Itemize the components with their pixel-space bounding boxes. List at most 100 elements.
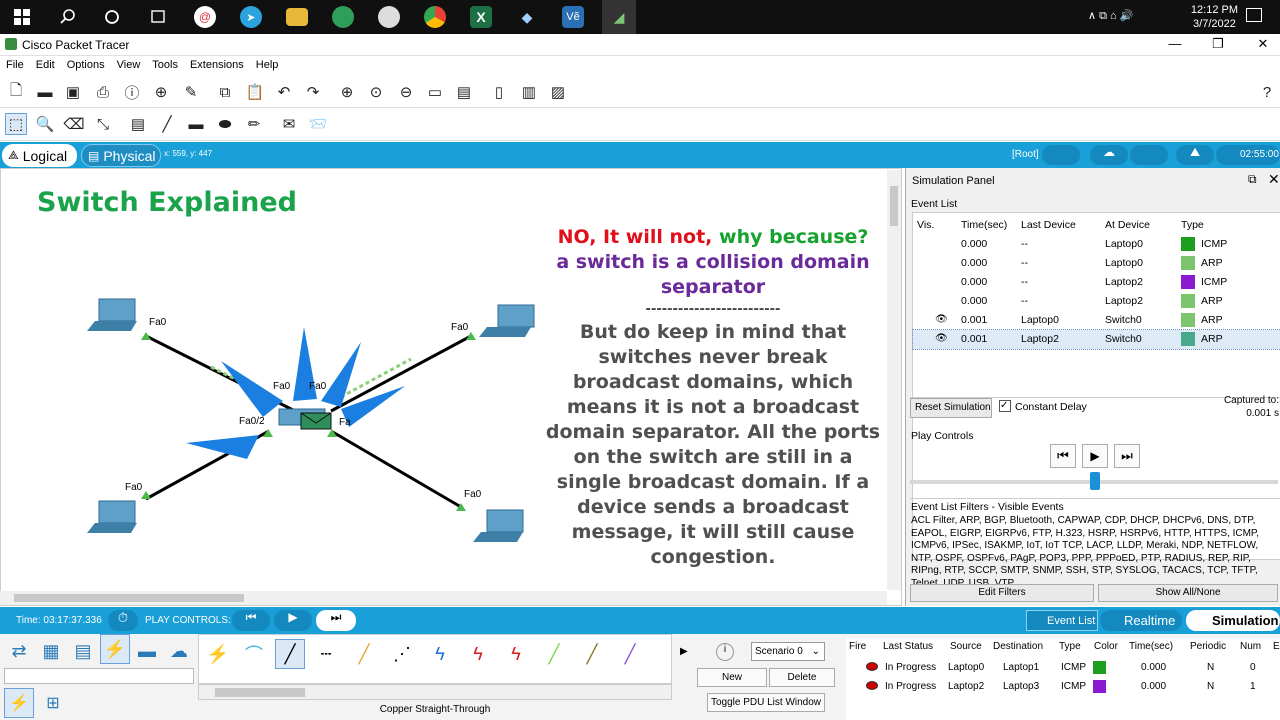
- close-panel-icon[interactable]: ✕: [1268, 171, 1280, 188]
- connections-icon[interactable]: ⚡: [100, 634, 130, 664]
- bottom-step-back-button[interactable]: ⏮: [232, 610, 270, 631]
- close-button[interactable]: ✕: [1248, 36, 1278, 52]
- zoom-in-icon[interactable]: ⊕: [336, 81, 358, 103]
- task-view-icon[interactable]: [146, 5, 170, 29]
- inspect-icon[interactable]: 🔍: [34, 113, 56, 135]
- undo-icon[interactable]: ↶: [273, 81, 295, 103]
- zoom-reset-icon[interactable]: ⊙: [365, 81, 387, 103]
- app-icon-green[interactable]: [332, 6, 354, 28]
- reset-simulation-button[interactable]: Reset Simulation: [910, 398, 992, 418]
- root-label[interactable]: [Root]: [1012, 149, 1039, 160]
- event-row[interactable]: 👁 0.001 Laptop0 Switch0 ARP: [913, 311, 1280, 330]
- connections-subtype-icon[interactable]: ⚡: [4, 688, 34, 718]
- windows-start-icon[interactable]: [10, 5, 34, 29]
- scenario-info-icon[interactable]: i: [716, 643, 734, 661]
- horizontal-scrollbar[interactable]: [0, 591, 887, 605]
- copper-straight-cable-icon[interactable]: ╱: [275, 639, 305, 669]
- phone-cable-icon[interactable]: ⋰: [387, 639, 417, 669]
- redo-icon[interactable]: ↷: [302, 81, 324, 103]
- device-search-field[interactable]: [4, 668, 194, 684]
- eye-icon[interactable]: 👁: [935, 314, 948, 325]
- step-back-button[interactable]: ⏮: [1050, 444, 1076, 468]
- viewport-icon[interactable]: [1130, 145, 1168, 165]
- info-icon[interactable]: ⓘ: [121, 81, 143, 103]
- notification-icon[interactable]: [1246, 8, 1262, 22]
- pdu-row[interactable]: In Progress Laptop0 Laptop1 ICMP 0.000 N 0: [846, 660, 1280, 678]
- eye-icon[interactable]: 👁: [935, 333, 948, 344]
- serial-dce-cable-icon[interactable]: ϟ: [463, 639, 493, 669]
- realtime-mode-tab[interactable]: Realtime: [1100, 610, 1182, 631]
- app-icon-a[interactable]: @: [194, 6, 216, 28]
- add-simple-pdu-icon[interactable]: ✉: [278, 113, 300, 135]
- app-icon-white[interactable]: [378, 6, 400, 28]
- activity-wizard-icon[interactable]: ✎: [180, 81, 202, 103]
- drawing-palette-icon[interactable]: ▭: [424, 81, 446, 103]
- logical-workspace[interactable]: Switch Explained Fa0 Fa0 Fa0 Fa0 Fa0/2 F…: [0, 168, 902, 606]
- undock-icon[interactable]: ⧉: [1248, 172, 1257, 187]
- app-icon-ve[interactable]: Vẽ: [562, 6, 584, 28]
- timer-icon[interactable]: ⏱: [108, 610, 138, 631]
- fire-icon[interactable]: [866, 662, 878, 671]
- pdu-row[interactable]: In Progress Laptop2 Laptop3 ICMP 0.000 N 1: [846, 679, 1280, 697]
- delete-tool-icon[interactable]: ⌫: [63, 113, 85, 135]
- draw-line-icon[interactable]: ╱: [156, 113, 178, 135]
- usb-cable-icon[interactable]: ╱: [615, 639, 645, 669]
- event-row[interactable]: 👁 0.001 Laptop2 Switch0 ARP: [912, 329, 1280, 350]
- new-scenario-button[interactable]: New: [697, 668, 767, 687]
- draw-rectangle-icon[interactable]: ▬: [185, 113, 207, 135]
- file-explorer-icon[interactable]: [286, 8, 308, 26]
- console-cable-icon[interactable]: ⌒: [239, 639, 269, 669]
- open-folder-icon[interactable]: ▬: [34, 81, 56, 103]
- scenario-select[interactable]: Scenario 0 ⌄: [751, 642, 825, 661]
- edit-filters-button[interactable]: Edit Filters: [910, 584, 1094, 602]
- add-complex-pdu-icon[interactable]: 📨: [307, 113, 329, 135]
- resize-shape-icon[interactable]: ⤡: [92, 113, 114, 135]
- iot-cable-icon[interactable]: ╱: [577, 639, 607, 669]
- cortana-icon[interactable]: [100, 5, 124, 29]
- vertical-scrollbar[interactable]: [887, 170, 901, 590]
- select-tool-icon[interactable]: ⬚: [5, 113, 27, 135]
- draw-ellipse-icon[interactable]: ⬬: [214, 113, 236, 135]
- excel-icon[interactable]: X: [470, 6, 492, 28]
- event-row[interactable]: 0.000 -- Laptop2 ARP: [913, 292, 1280, 311]
- system-tray-icons[interactable]: ∧ ⧉ ⌂ 🔊: [1088, 9, 1133, 23]
- auto-cable-icon[interactable]: ⚡: [203, 639, 233, 669]
- maximize-button[interactable]: ❐: [1203, 36, 1233, 52]
- menu-extensions[interactable]: Extensions: [184, 57, 250, 73]
- place-note-icon[interactable]: ▤: [127, 113, 149, 135]
- fiber-cable-icon[interactable]: ╱: [349, 639, 379, 669]
- speed-slider-handle[interactable]: [1090, 472, 1100, 490]
- misc-icon[interactable]: ▬: [132, 636, 162, 666]
- network-devices-icon[interactable]: ⇄: [4, 636, 34, 666]
- cloud-icon[interactable]: ☁: [1090, 145, 1128, 165]
- fire-icon[interactable]: [866, 681, 878, 690]
- delete-scenario-button[interactable]: Delete: [769, 668, 835, 687]
- toggle-pdu-list-button[interactable]: Toggle PDU List Window: [707, 693, 825, 712]
- cable-scrollbar[interactable]: [198, 684, 672, 700]
- menu-file[interactable]: File: [0, 57, 30, 73]
- minimize-button[interactable]: —: [1160, 36, 1190, 51]
- copper-cross-cable-icon[interactable]: ┄: [311, 639, 341, 669]
- image-icon[interactable]: ▨: [547, 81, 569, 103]
- print-icon[interactable]: ⎙: [92, 81, 114, 103]
- collapse-arrow-icon[interactable]: ▶: [680, 646, 688, 657]
- ipc-icon[interactable]: ▥: [518, 81, 540, 103]
- custom-devices-icon[interactable]: ▤: [453, 81, 475, 103]
- chrome-icon[interactable]: [424, 6, 446, 28]
- menu-view[interactable]: View: [111, 57, 147, 73]
- search-icon[interactable]: [56, 5, 80, 29]
- paste-icon[interactable]: 📋: [244, 81, 266, 103]
- menu-help[interactable]: Help: [250, 57, 285, 73]
- new-file-icon[interactable]: 🗋: [5, 81, 27, 103]
- octal-cable-icon[interactable]: ╱: [539, 639, 569, 669]
- event-row[interactable]: 0.000 -- Laptop0 ICMP: [913, 235, 1280, 254]
- copy-icon[interactable]: ⧉: [214, 81, 236, 103]
- event-list-toggle[interactable]: Event List: [1026, 610, 1098, 631]
- freeform-icon[interactable]: ✏: [243, 113, 265, 135]
- taskbar-clock[interactable]: 12:12 PM 3/7/2022: [1191, 3, 1238, 31]
- grid-icon[interactable]: ⊞: [38, 688, 68, 718]
- components-icon[interactable]: ▤: [68, 636, 98, 666]
- menu-options[interactable]: Options: [61, 57, 111, 73]
- packet-tracer-taskbar-icon[interactable]: ◢: [602, 0, 636, 34]
- zoom-out-icon[interactable]: ⊖: [395, 81, 417, 103]
